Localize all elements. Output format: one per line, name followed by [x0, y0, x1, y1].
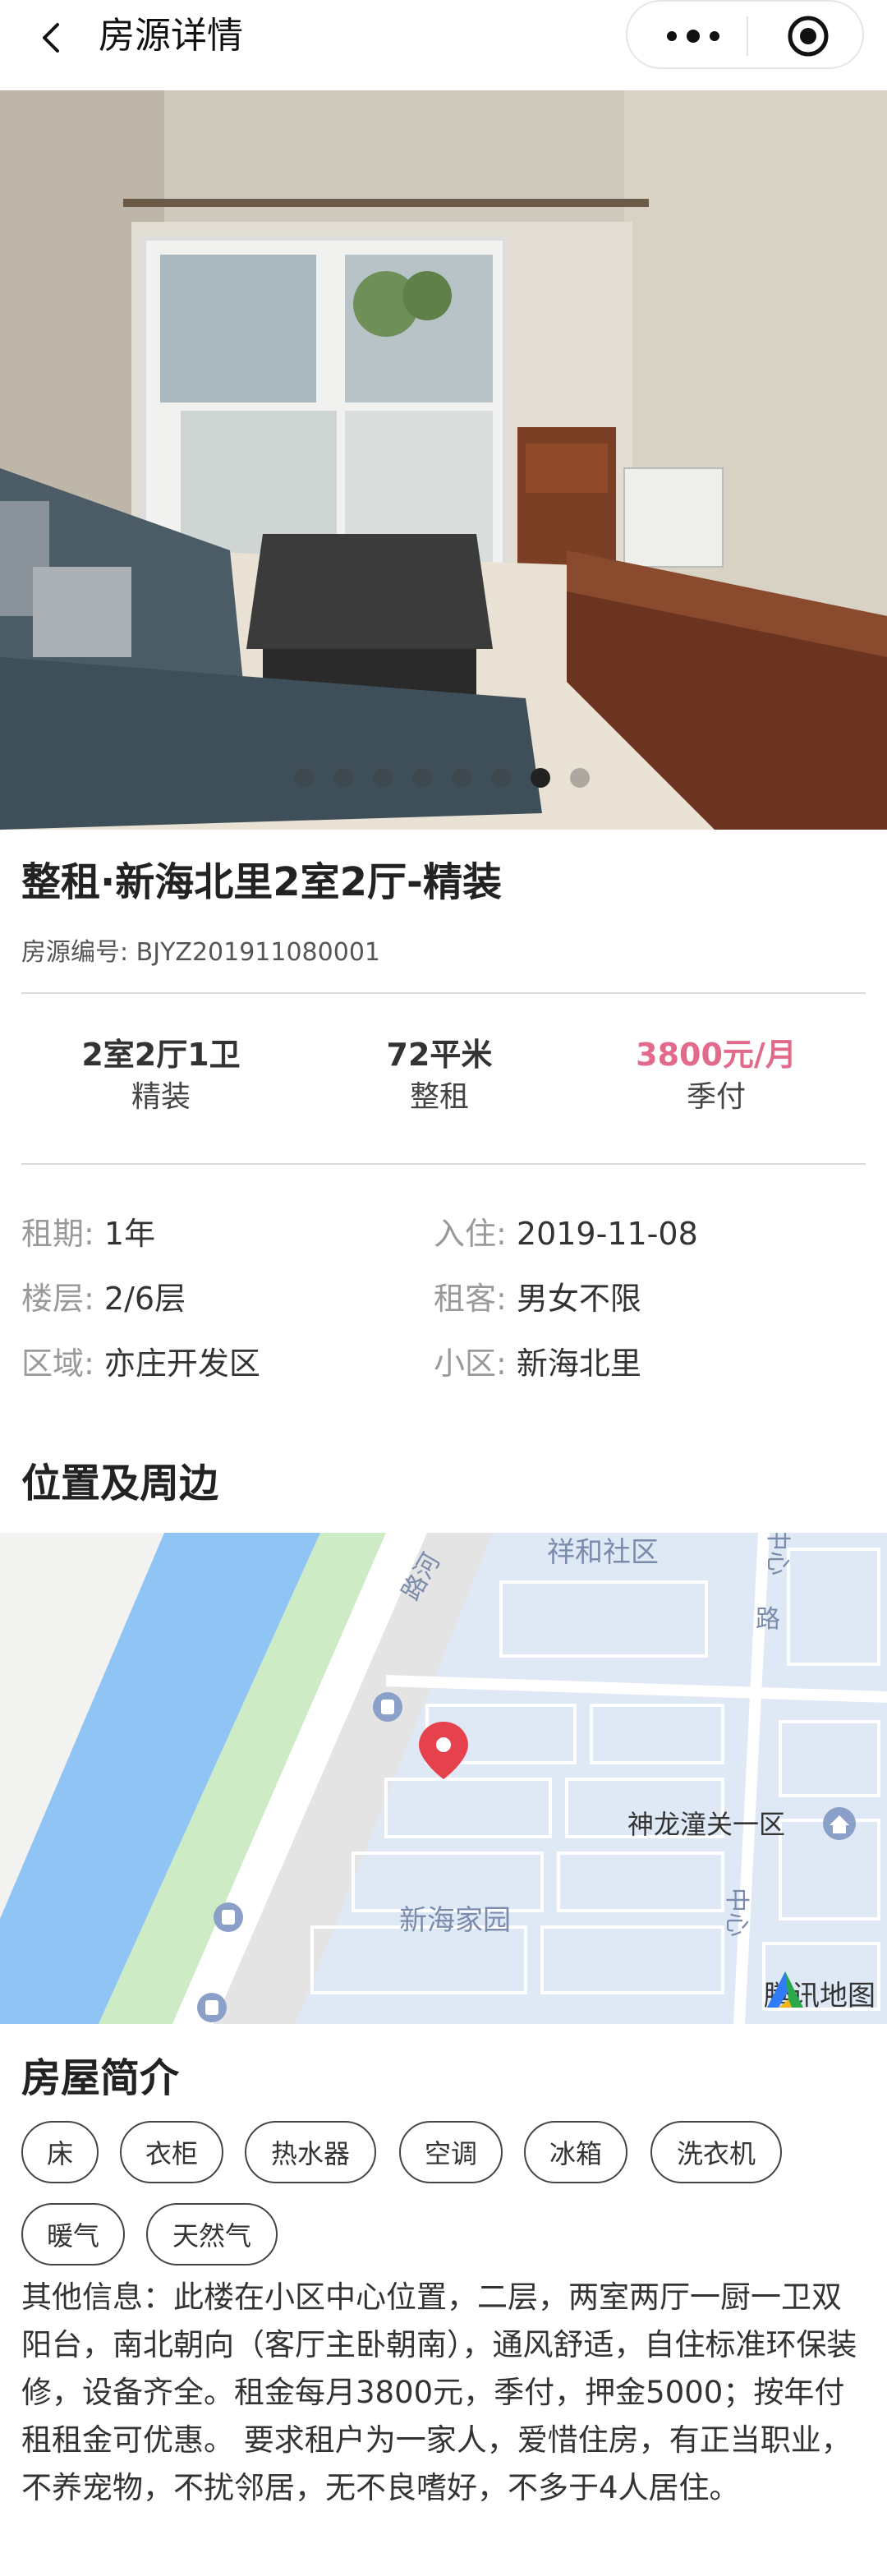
- living-room-photo: [0, 90, 887, 830]
- close-mini-program-button[interactable]: [784, 12, 833, 61]
- more-button[interactable]: [652, 16, 734, 56]
- stat-value: 2室2厅1卫: [81, 1037, 241, 1073]
- carousel-dot[interactable]: [491, 768, 511, 788]
- tencent-map-logo-icon: [767, 1971, 803, 2008]
- map-canvas: [0, 1533, 887, 2024]
- listing-code: 房源编号: BJYZ201911080001: [21, 938, 380, 967]
- amenity-tag: 洗衣机: [650, 2121, 782, 2183]
- stat-price: 3800元/月 季付: [593, 1033, 839, 1119]
- info-key: 区域:: [21, 1346, 94, 1382]
- back-button[interactable]: [30, 15, 76, 61]
- amenity-tag: 冰箱: [524, 2121, 627, 2183]
- amenity-tag: 暖气: [21, 2203, 125, 2266]
- carousel-dot[interactable]: [294, 768, 314, 788]
- amenity-tag: 床: [21, 2121, 99, 2183]
- info-floor: 楼层: 2/6层: [21, 1277, 186, 1320]
- info-district: 区域: 亦庄开发区: [21, 1342, 260, 1385]
- info-key: 租客:: [434, 1281, 507, 1317]
- listing-photo-carousel[interactable]: [0, 90, 887, 830]
- intro-section-title: 房屋简介: [21, 2055, 180, 2101]
- stat-layout: 2室2厅1卫 精装: [38, 1033, 284, 1119]
- carousel-dot[interactable]: [333, 768, 353, 788]
- info-value: 新海北里: [516, 1346, 641, 1382]
- stat-label: 精装: [131, 1080, 191, 1114]
- info-value: 1年: [103, 1216, 156, 1252]
- map-label-xinhai: 新海家园: [399, 1904, 511, 1937]
- capsule-divider: [747, 16, 748, 56]
- carousel-dot-active[interactable]: [531, 768, 550, 788]
- info-key: 租期:: [21, 1216, 94, 1252]
- info-community: 小区: 新海北里: [434, 1342, 641, 1385]
- map-provider-badge: 腾讯地图: [764, 1968, 876, 2017]
- info-value: 男女不限: [516, 1281, 641, 1317]
- info-key: 小区:: [434, 1346, 507, 1382]
- page-title: 房源详情: [99, 15, 243, 57]
- carousel-dot[interactable]: [452, 768, 471, 788]
- stat-value: 72平米: [386, 1037, 493, 1073]
- map-road-label: 中心: [722, 1888, 751, 1937]
- stat-label: 整租: [409, 1080, 469, 1114]
- carousel-indicator: [0, 768, 887, 788]
- stat-area: 72平米 整租: [316, 1033, 563, 1119]
- amenity-tag: 空调: [399, 2121, 503, 2183]
- amenity-tag: 天然气: [146, 2203, 278, 2266]
- map-road-label: 路: [756, 1605, 780, 1634]
- info-key: 入住:: [434, 1216, 507, 1252]
- info-move-in: 入住: 2019-11-08: [434, 1212, 698, 1255]
- listing-description: 其他信息：此楼在小区中心位置，二层，两室两厅一厨一卫双阳台，南北朝向（客厅主卧朝…: [21, 2279, 857, 2505]
- amenity-tag: 衣柜: [120, 2121, 223, 2183]
- info-tenant: 租客: 男女不限: [434, 1277, 641, 1320]
- payment-term-label: 季付: [686, 1080, 746, 1114]
- mini-program-capsule: [626, 0, 864, 69]
- map-label-shenlong: 神龙潼关一区: [627, 1809, 786, 1840]
- price-value: 3800元/月: [636, 1037, 797, 1073]
- info-lease-term: 租期: 1年: [21, 1212, 155, 1255]
- target-icon: [788, 16, 829, 57]
- info-value: 2019-11-08: [516, 1216, 698, 1252]
- carousel-dot[interactable]: [570, 768, 590, 788]
- carousel-dot[interactable]: [412, 768, 432, 788]
- carousel-dot[interactable]: [373, 768, 393, 788]
- listing-title: 整租·新海北里2室2厅-精装: [21, 859, 502, 905]
- top-nav-bar: 房源详情: [0, 0, 887, 90]
- divider: [21, 992, 866, 994]
- map-label-xianghe: 祥和社区: [547, 1536, 659, 1569]
- chevron-left-icon: [43, 23, 59, 53]
- location-section-title: 位置及周边: [21, 1460, 219, 1506]
- more-dots-icon: [667, 31, 677, 41]
- amenity-tag: 热水器: [245, 2121, 376, 2183]
- map-road-label: 中心: [763, 1533, 792, 1576]
- info-value: 亦庄开发区: [103, 1346, 260, 1382]
- location-map[interactable]: 祥和社区 神龙潼关一区 新海家园 路河 路 中心 中心 腾讯地图: [0, 1533, 887, 2024]
- info-value: 2/6层: [103, 1281, 186, 1317]
- divider: [21, 1163, 866, 1165]
- info-key: 楼层:: [21, 1281, 94, 1317]
